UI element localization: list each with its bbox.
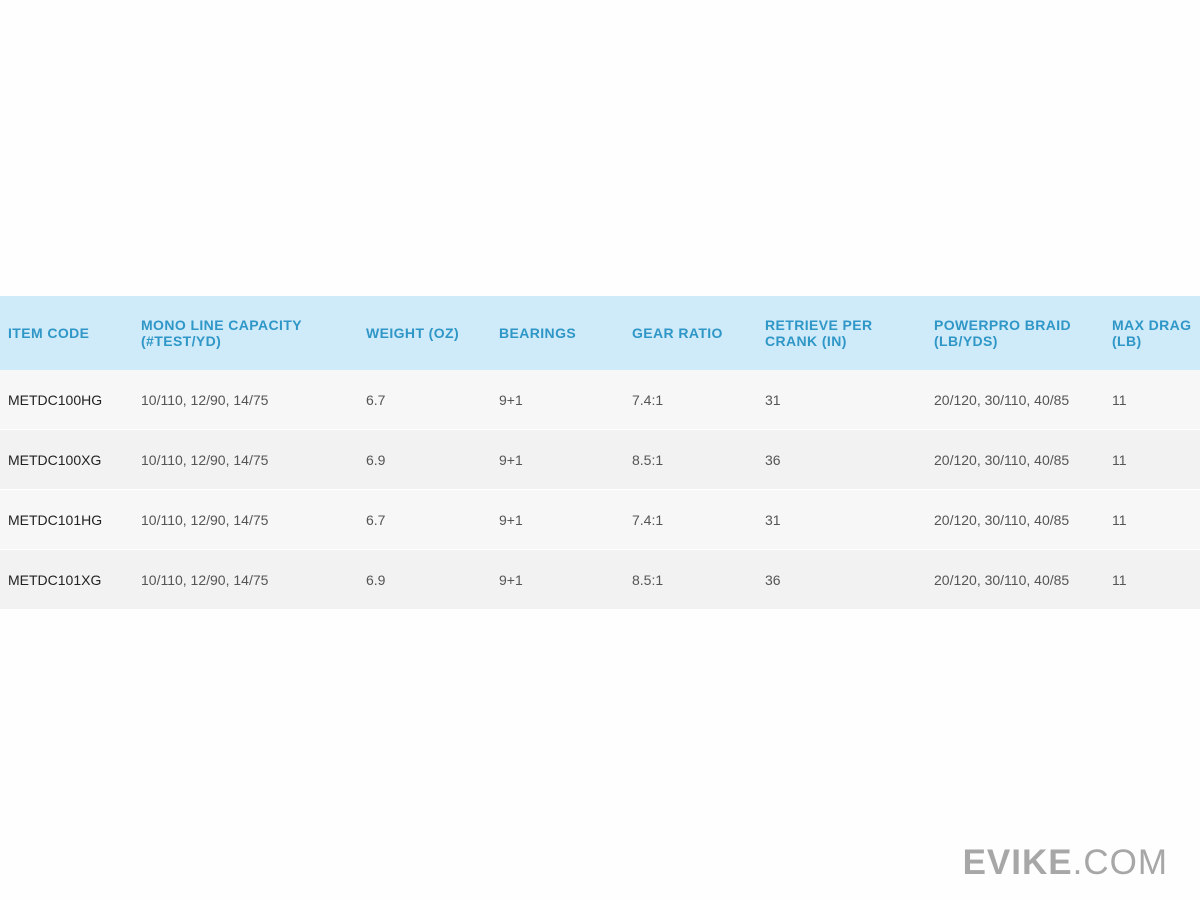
header-bearings: BEARINGS xyxy=(491,296,624,370)
cell-powerpro-braid: 20/120, 30/110, 40/85 xyxy=(926,549,1104,610)
cell-weight: 6.7 xyxy=(358,370,491,430)
header-max-drag: MAX DRAG (LB) xyxy=(1104,296,1200,370)
cell-max-drag: 11 xyxy=(1104,429,1200,490)
table-row: METDC100XG 10/110, 12/90, 14/75 6.9 9+1 … xyxy=(0,429,1200,490)
page: ITEM CODE MONO LINE CAPACITY (#TEST/YD) … xyxy=(0,0,1200,900)
cell-weight: 6.9 xyxy=(358,549,491,610)
cell-powerpro-braid: 20/120, 30/110, 40/85 xyxy=(926,370,1104,430)
header-retrieve-per-crank: RETRIEVE PER CRANK (IN) xyxy=(757,296,926,370)
cell-powerpro-braid: 20/120, 30/110, 40/85 xyxy=(926,429,1104,490)
cell-retrieve-per-crank: 31 xyxy=(757,489,926,550)
cell-retrieve-per-crank: 31 xyxy=(757,370,926,430)
cell-bearings: 9+1 xyxy=(491,429,624,490)
cell-powerpro-braid: 20/120, 30/110, 40/85 xyxy=(926,489,1104,550)
header-gear-ratio: GEAR RATIO xyxy=(624,296,757,370)
cell-item-code: METDC100HG xyxy=(0,370,133,430)
cell-max-drag: 11 xyxy=(1104,370,1200,430)
cell-gear-ratio: 8.5:1 xyxy=(624,549,757,610)
cell-gear-ratio: 8.5:1 xyxy=(624,429,757,490)
cell-mono-line-capacity: 10/110, 12/90, 14/75 xyxy=(133,549,358,610)
cell-max-drag: 11 xyxy=(1104,489,1200,550)
header-item-code: ITEM CODE xyxy=(0,296,133,370)
table-row: METDC100HG 10/110, 12/90, 14/75 6.7 9+1 … xyxy=(0,370,1200,430)
watermark-brand: EVIKE xyxy=(962,843,1073,882)
cell-mono-line-capacity: 10/110, 12/90, 14/75 xyxy=(133,370,358,430)
cell-gear-ratio: 7.4:1 xyxy=(624,370,757,430)
watermark-suffix: .COM xyxy=(1072,843,1168,882)
cell-weight: 6.7 xyxy=(358,489,491,550)
table-row: METDC101HG 10/110, 12/90, 14/75 6.7 9+1 … xyxy=(0,489,1200,550)
cell-bearings: 9+1 xyxy=(491,370,624,430)
cell-max-drag: 11 xyxy=(1104,549,1200,610)
spec-table: ITEM CODE MONO LINE CAPACITY (#TEST/YD) … xyxy=(0,296,1200,610)
cell-item-code: METDC100XG xyxy=(0,429,133,490)
cell-retrieve-per-crank: 36 xyxy=(757,549,926,610)
table-row: METDC101XG 10/110, 12/90, 14/75 6.9 9+1 … xyxy=(0,549,1200,610)
cell-item-code: METDC101HG xyxy=(0,489,133,550)
cell-retrieve-per-crank: 36 xyxy=(757,429,926,490)
cell-item-code: METDC101XG xyxy=(0,549,133,610)
cell-mono-line-capacity: 10/110, 12/90, 14/75 xyxy=(133,429,358,490)
header-weight: WEIGHT (OZ) xyxy=(358,296,491,370)
table-header-row: ITEM CODE MONO LINE CAPACITY (#TEST/YD) … xyxy=(0,296,1200,370)
cell-bearings: 9+1 xyxy=(491,489,624,550)
cell-gear-ratio: 7.4:1 xyxy=(624,489,757,550)
cell-bearings: 9+1 xyxy=(491,549,624,610)
header-powerpro-braid: POWERPRO BRAID (LB/YDS) xyxy=(926,296,1104,370)
cell-weight: 6.9 xyxy=(358,429,491,490)
header-mono-line-capacity: MONO LINE CAPACITY (#TEST/YD) xyxy=(133,296,358,370)
cell-mono-line-capacity: 10/110, 12/90, 14/75 xyxy=(133,489,358,550)
evike-watermark-logo: EVIKE.COM xyxy=(963,845,1168,880)
